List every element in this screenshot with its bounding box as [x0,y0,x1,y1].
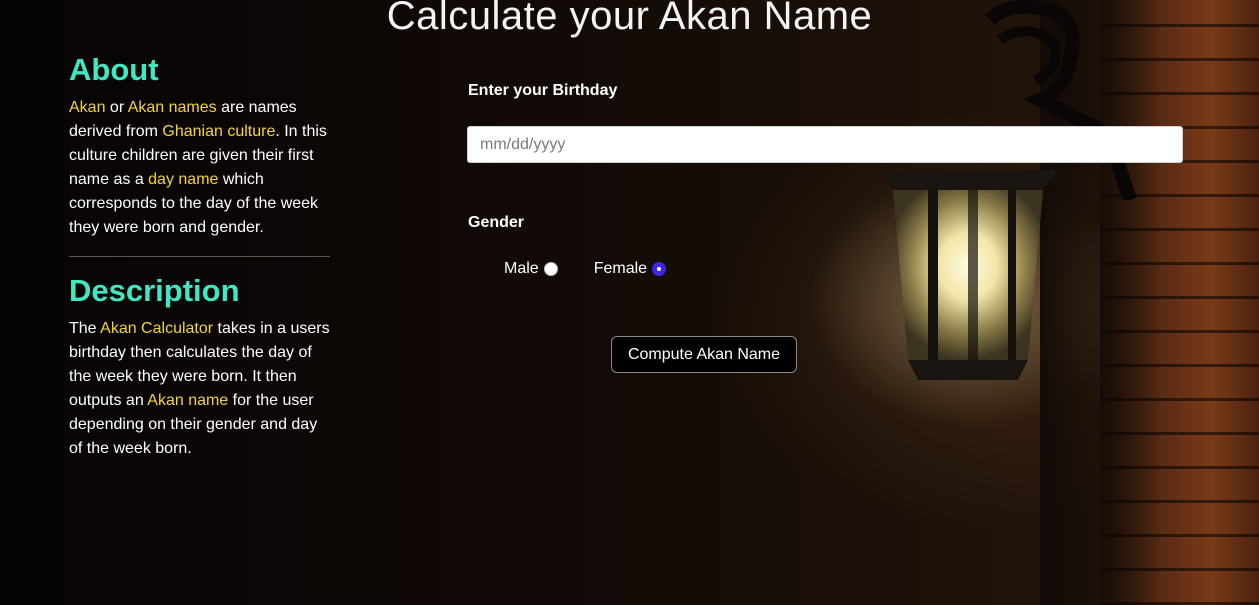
highlighted-term: Akan Calculator [100,320,214,337]
birthday-label: Enter your Birthday [468,82,618,99]
highlighted-term: Akan names [127,99,217,116]
section-divider [69,256,330,257]
compute-akan-name-button[interactable]: Compute Akan Name [611,336,797,373]
gender-option-female[interactable]: Female [593,260,667,278]
male-label: Male [504,260,539,277]
about-heading: About [69,52,159,87]
highlighted-term: Ghanian culture [162,123,276,140]
description-text: The Akan Calculator takes in a users bir… [69,317,331,461]
gender-radio-group: Male Female [504,258,1185,280]
female-label: Female [593,260,648,277]
birthday-input[interactable] [467,126,1183,163]
male-radio[interactable] [543,262,558,276]
highlighted-term: Akan [69,99,106,116]
female-radio[interactable] [652,262,667,276]
highlighted-term: day name [148,171,219,188]
akan-form: Enter your Birthday Gender Male Female [467,82,1185,280]
page-title: Calculate your Akan Name [386,0,873,38]
about-text: Akan or Akan names are names derived fro… [69,96,331,240]
description-heading: Description [69,273,240,308]
text-segment: or [105,99,128,116]
gender-label: Gender [468,214,525,231]
gender-option-male[interactable]: Male [504,260,558,278]
highlighted-term: Akan name [147,392,229,409]
sidebar: About Akan or Akan names are names deriv… [69,48,331,461]
text-segment: The [69,320,101,337]
